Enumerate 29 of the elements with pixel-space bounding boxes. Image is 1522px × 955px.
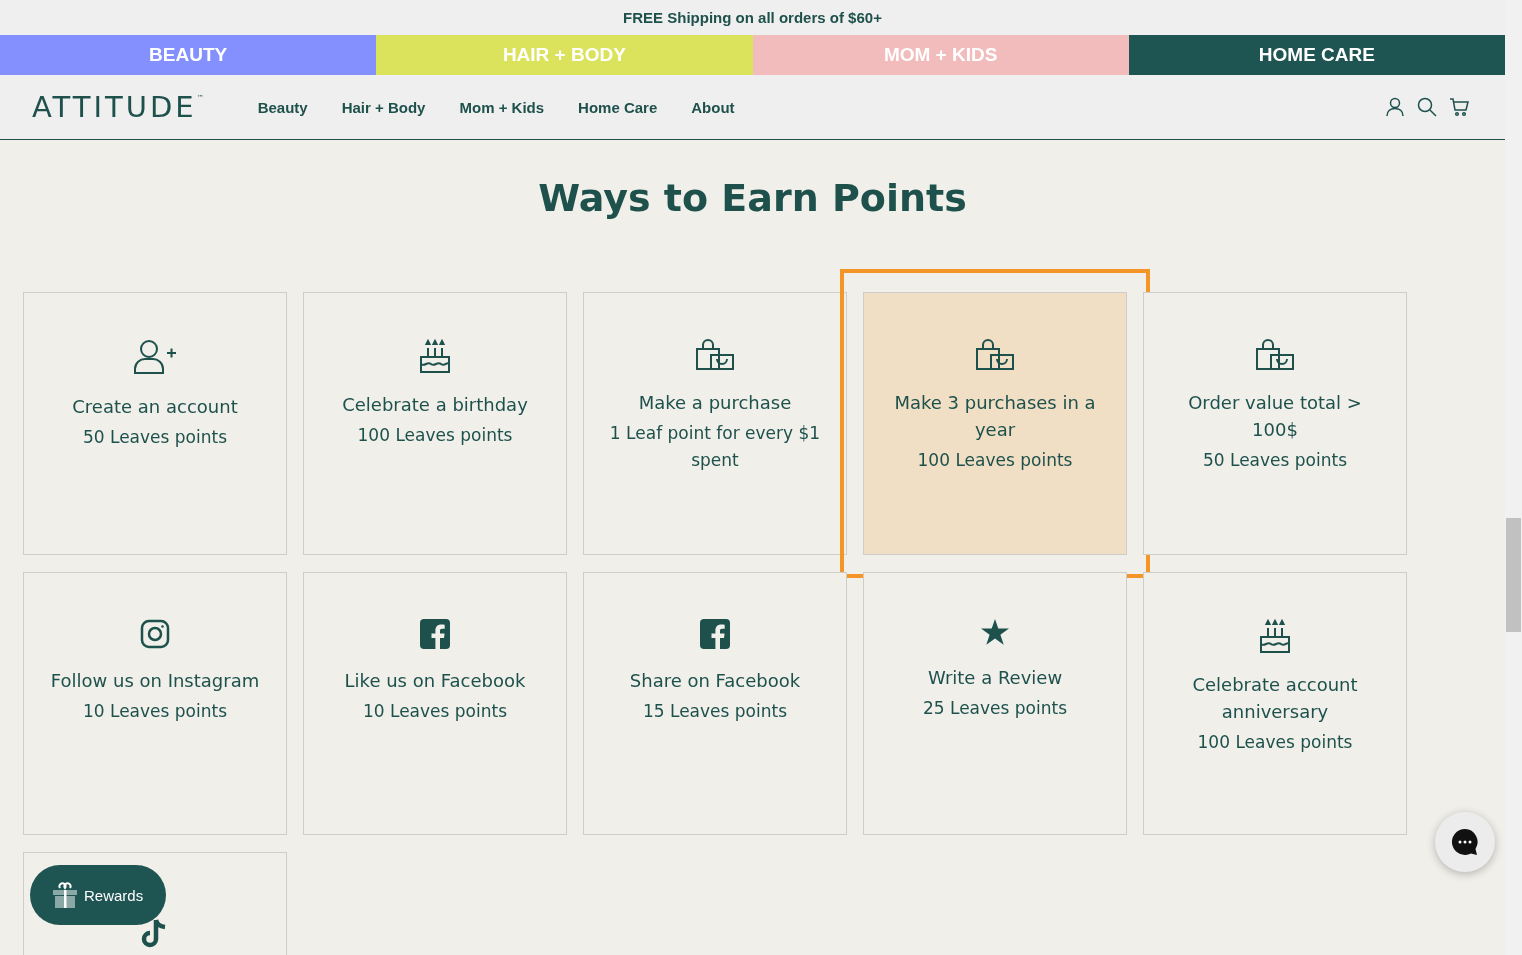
card-title: Order value total > 100$: [1187, 391, 1363, 442]
card-title: Celebrate account anniversary: [1191, 673, 1359, 724]
points-text: 1 Leaf point for every $1 spent: [608, 422, 822, 472]
shipping-banner: FREE Shipping on all orders of $60+: [0, 0, 1505, 35]
points-text: 10 Leaves points: [82, 700, 228, 723]
card-title: Celebrate a birthday: [342, 393, 528, 417]
rewards-button[interactable]: Rewards: [30, 865, 166, 925]
card-title: Follow us on Instagram: [50, 669, 260, 693]
points-text: 100 Leaves points: [917, 449, 1073, 472]
card-title: Share on Facebook: [629, 669, 801, 693]
points-text: 15 Leaves points: [642, 700, 788, 723]
points-text: 10 Leaves points: [362, 700, 508, 723]
points-text: 100 Leaves points: [1197, 731, 1353, 754]
points-text: 50 Leaves points: [1202, 449, 1348, 472]
card-title: Make a purchase: [638, 391, 792, 415]
section-title: Ways to Earn Points: [537, 176, 968, 220]
nav-link[interactable]: Mom + Kids: [459, 98, 545, 116]
card-title: Make 3 purchases in a year: [893, 391, 1097, 442]
points-text: 50 Leaves points: [82, 426, 228, 449]
points-text: 25 Leaves points: [922, 697, 1068, 720]
nav-link[interactable]: About: [691, 98, 735, 116]
card-title: Write a Review: [927, 666, 1063, 690]
nav-link[interactable]: Home Care: [578, 98, 658, 116]
nav-link[interactable]: Hair + Body: [341, 98, 426, 116]
card-title: Create an account: [72, 395, 238, 419]
nav-link[interactable]: Beauty: [257, 98, 308, 116]
category-tab[interactable]: HOME CARE: [1128, 35, 1505, 75]
points-text: 100 Leaves points: [357, 424, 513, 447]
card-title: Like us on Facebook: [344, 669, 526, 693]
